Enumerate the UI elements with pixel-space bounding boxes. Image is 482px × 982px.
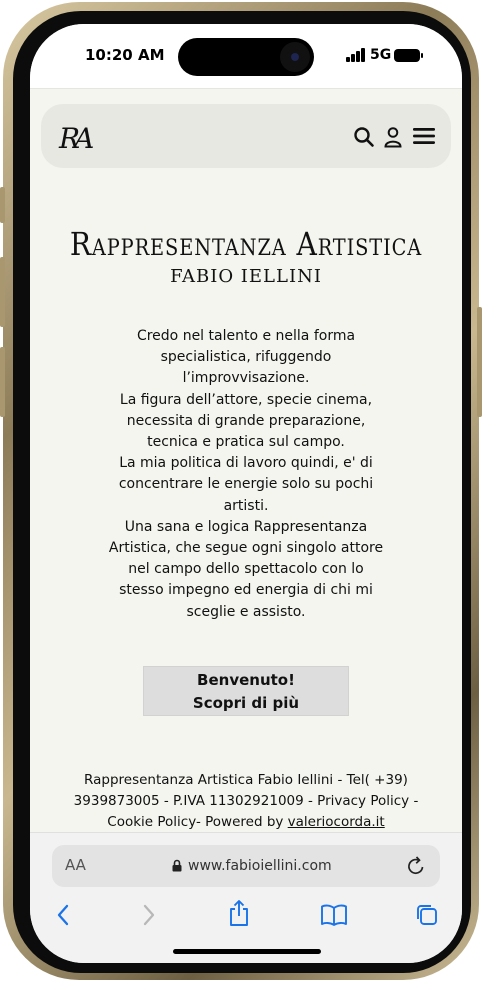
share-icon[interactable] [228,899,250,927]
tabs-icon[interactable] [415,903,439,927]
site-logo[interactable]: RA [59,122,94,155]
status-time: 10:20 AM [85,46,165,64]
phone-frame: 10:20 AM 5G RA Rappresentanza Artistica … [0,2,482,980]
action-button [0,187,5,223]
bookmarks-icon[interactable] [320,903,348,927]
url-text[interactable]: www.fabioiellini.com [188,858,332,874]
welcome-button-line1: Benvenuto! [197,671,295,689]
intro-text: Credo nel talento e nella forma speciali… [96,326,396,623]
signal-icon [346,48,368,62]
page-subtitle: FABIO IELLINI [170,266,322,287]
volume-down-button [0,347,5,417]
user-icon[interactable] [383,126,403,148]
side-button [477,307,482,417]
forward-icon[interactable] [140,903,158,927]
network-label: 5G [370,47,392,63]
intro-paragraph: La figura dell’attore, specie cinema, ne… [119,391,373,451]
welcome-button[interactable]: Benvenuto! Scopri di più [143,666,349,716]
page-title: Rappresentanza Artistica [69,225,423,263]
lock-icon [172,859,182,872]
divider [30,88,462,89]
site-footer: Rappresentanza Artistica Fabio Iellini -… [60,770,432,833]
text-size-button[interactable]: AA [65,856,86,874]
search-icon[interactable] [353,126,375,148]
intro-paragraph: Una sana e logica Rappresentanza Artisti… [108,518,384,620]
volume-up-button [0,257,5,327]
battery-icon [394,49,423,62]
screen: 10:20 AM 5G RA Rappresentanza Artistica … [30,24,462,963]
site-header: RA [41,104,451,168]
footer-credit-link[interactable]: valeriocorda.it [288,814,385,830]
browser-toolbar: AA www.fabioiellini.com [30,832,462,963]
dynamic-island [178,38,314,76]
reload-icon[interactable] [406,855,426,877]
address-bar[interactable]: AA www.fabioiellini.com [52,845,440,887]
status-bar: 10:20 AM 5G [30,24,462,88]
intro-paragraph: Credo nel talento e nella forma speciali… [136,328,356,387]
camera-icon [280,42,310,72]
intro-paragraph: La mia politica di lavoro quindi, e' di … [118,455,374,514]
menu-icon[interactable] [412,126,436,146]
home-indicator[interactable] [173,949,321,954]
back-icon[interactable] [54,903,72,927]
welcome-button-line2: Scopri di più [192,694,300,712]
